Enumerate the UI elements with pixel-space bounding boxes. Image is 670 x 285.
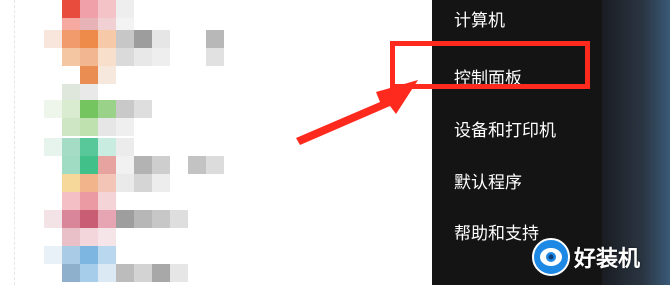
- camera-logo-icon: [532, 238, 570, 276]
- watermark: 好装机: [532, 238, 640, 276]
- watermark-text: 好装机: [574, 247, 641, 272]
- screenshot-stage: 计算机 控制面板 设备和打印机 默认程序 帮助和支持 好装机: [0, 0, 670, 285]
